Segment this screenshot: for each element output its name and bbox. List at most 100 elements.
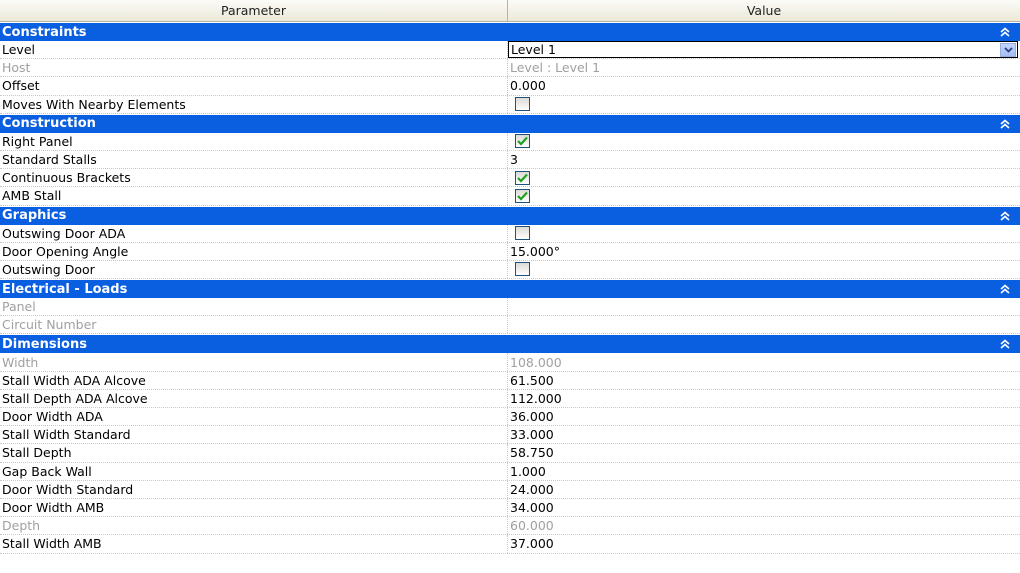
dropdown-arrow-icon[interactable] xyxy=(1000,43,1016,57)
collapse-chevron-icon[interactable] xyxy=(998,116,1012,132)
parameter-name: Door Width AMB xyxy=(0,498,508,517)
parameter-name: Panel xyxy=(0,298,508,316)
checkmark-icon xyxy=(517,173,528,183)
collapse-chevron-icon[interactable] xyxy=(998,281,1012,297)
property-row-stall-depth[interactable]: Stall Depth 58.750 xyxy=(0,444,1020,463)
value-cell[interactable]: 58.750 xyxy=(508,444,1020,461)
value-cell xyxy=(508,187,1020,204)
value-cell: Level 1 xyxy=(508,41,1020,59)
group-header-dimensions[interactable]: Dimensions xyxy=(0,335,1020,354)
property-row-host: Host Level : Level 1 xyxy=(0,59,1020,78)
dropdown-selected-value: Level 1 xyxy=(511,42,556,58)
checkbox-checked[interactable] xyxy=(515,134,530,149)
parameter-name: Circuit Number xyxy=(0,316,508,334)
value-cell: 108.000 xyxy=(510,354,562,370)
parameter-name: Offset xyxy=(0,77,508,95)
value-column-header[interactable]: Value xyxy=(508,0,1020,21)
value-cell[interactable]: 1.000 xyxy=(508,463,1020,480)
parameter-column-header[interactable]: Parameter xyxy=(0,0,508,21)
parameter-name: Continuous Brackets xyxy=(0,169,508,187)
group-header-electrical-loads[interactable]: Electrical - Loads xyxy=(0,280,1020,299)
collapse-chevron-icon[interactable] xyxy=(998,208,1012,224)
parameter-name: Stall Depth xyxy=(0,444,508,462)
group-header-constraints[interactable]: Constraints xyxy=(0,23,1020,41)
group-title: Dimensions xyxy=(2,336,87,352)
parameter-name: Width xyxy=(0,353,508,371)
parameter-name: Door Width ADA xyxy=(0,408,508,426)
parameter-name: Stall Width AMB xyxy=(0,535,508,553)
checkbox-checked[interactable] xyxy=(515,170,530,185)
value-cell xyxy=(508,261,1020,278)
property-row-continuous-brackets[interactable]: Continuous Brackets xyxy=(0,169,1020,188)
value-cell xyxy=(508,133,1020,150)
value-cell[interactable]: 61.500 xyxy=(508,372,1020,389)
value-cell[interactable]: 0.000 xyxy=(508,77,1020,94)
property-row-stall-depth-ada-alcove[interactable]: Stall Depth ADA Alcove 112.000 xyxy=(0,389,1020,408)
value-cell[interactable]: 24.000 xyxy=(508,481,1020,498)
value-cell xyxy=(508,96,1020,113)
property-row-door-width-ada[interactable]: Door Width ADA 36.000 xyxy=(0,408,1020,427)
property-row-depth: Depth 60.000 xyxy=(0,517,1020,536)
property-row-door-width-standard[interactable]: Door Width Standard 24.000 xyxy=(0,480,1020,499)
property-row-amb-stall[interactable]: AMB Stall xyxy=(0,187,1020,206)
parameter-name: Outswing Door ADA xyxy=(0,224,508,242)
level-dropdown[interactable]: Level 1 xyxy=(508,41,1018,59)
property-row-width: Width 108.000 xyxy=(0,353,1020,372)
group-header-construction[interactable]: Construction xyxy=(0,114,1020,133)
group-header-graphics[interactable]: Graphics xyxy=(0,206,1020,225)
checkbox-checked[interactable] xyxy=(515,188,530,203)
property-row-stall-width-standard[interactable]: Stall Width Standard 33.000 xyxy=(0,426,1020,445)
value-cell[interactable]: 15.000° xyxy=(508,243,1020,260)
value-cell[interactable]: 34.000 xyxy=(508,499,1020,516)
parameter-name: Stall Width ADA Alcove xyxy=(0,371,508,389)
parameter-name: Stall Depth ADA Alcove xyxy=(0,389,508,407)
property-row-outswing-door-ada[interactable]: Outswing Door ADA xyxy=(0,224,1020,243)
parameter-name: Door Width Standard xyxy=(0,480,508,498)
parameter-name: Moves With Nearby Elements xyxy=(0,95,508,113)
value-cell[interactable]: 112.000 xyxy=(508,390,1020,407)
parameter-name: Right Panel xyxy=(0,132,508,150)
parameter-name: Gap Back Wall xyxy=(0,462,508,480)
collapse-chevron-icon[interactable] xyxy=(998,24,1012,40)
value-cell[interactable]: 37.000 xyxy=(508,535,1020,552)
value-cell[interactable]: 3 xyxy=(508,151,1020,168)
checkmark-icon xyxy=(517,136,528,146)
parameter-groups: Constraints Level Level 1 Host Level : Level… xyxy=(0,23,1020,554)
property-row-outswing-door[interactable]: Outswing Door xyxy=(0,260,1020,280)
property-row-stall-width-ada-alcove[interactable]: Stall Width ADA Alcove 61.500 xyxy=(0,371,1020,390)
property-row-gap-back-wall[interactable]: Gap Back Wall 1.000 xyxy=(0,462,1020,481)
properties-grid: Parameter Value Constraints Level Level 1H… xyxy=(0,0,1020,554)
parameter-name: AMB Stall xyxy=(0,187,508,205)
property-row-door-width-amb[interactable]: Door Width AMB 34.000 xyxy=(0,498,1020,518)
group-title: Electrical - Loads xyxy=(2,281,128,297)
parameter-name: Level xyxy=(0,41,508,59)
checkmark-icon xyxy=(517,191,528,201)
property-row-moves-with-nearby-elements[interactable]: Moves With Nearby Elements xyxy=(0,95,1020,114)
parameter-name: Outswing Door xyxy=(0,260,508,279)
property-row-offset[interactable]: Offset 0.000 xyxy=(0,77,1020,96)
group-title: Graphics xyxy=(2,208,67,223)
value-cell[interactable]: 36.000 xyxy=(508,408,1020,425)
property-row-panel: Panel xyxy=(0,298,1020,317)
value-cell xyxy=(508,316,1020,333)
property-row-level[interactable]: Level Level 1 xyxy=(0,41,1020,60)
value-cell: 60.000 xyxy=(510,518,554,534)
property-row-stall-width-amb[interactable]: Stall Width AMB 37.000 xyxy=(0,535,1020,554)
group-title: Constraints xyxy=(2,24,87,40)
property-row-right-panel[interactable]: Right Panel xyxy=(0,132,1020,151)
checkbox-unchecked[interactable] xyxy=(515,226,530,241)
collapse-chevron-icon[interactable] xyxy=(998,336,1012,352)
value-cell xyxy=(508,169,1020,186)
grid-header: Parameter Value xyxy=(0,0,1020,22)
value-cell: Level : Level 1 xyxy=(510,60,601,76)
parameter-name: Depth xyxy=(0,517,508,535)
value-cell[interactable]: 33.000 xyxy=(508,426,1020,443)
parameter-name: Host xyxy=(0,59,508,77)
group-title: Construction xyxy=(2,116,96,132)
property-row-standard-stalls[interactable]: Standard Stalls 3 xyxy=(0,150,1020,170)
property-row-door-opening-angle[interactable]: Door Opening Angle 15.000° xyxy=(0,242,1020,261)
checkbox-unchecked[interactable] xyxy=(515,97,530,112)
parameter-name: Stall Width Standard xyxy=(0,426,508,444)
checkbox-unchecked[interactable] xyxy=(515,262,530,277)
value-cell xyxy=(508,298,1020,315)
